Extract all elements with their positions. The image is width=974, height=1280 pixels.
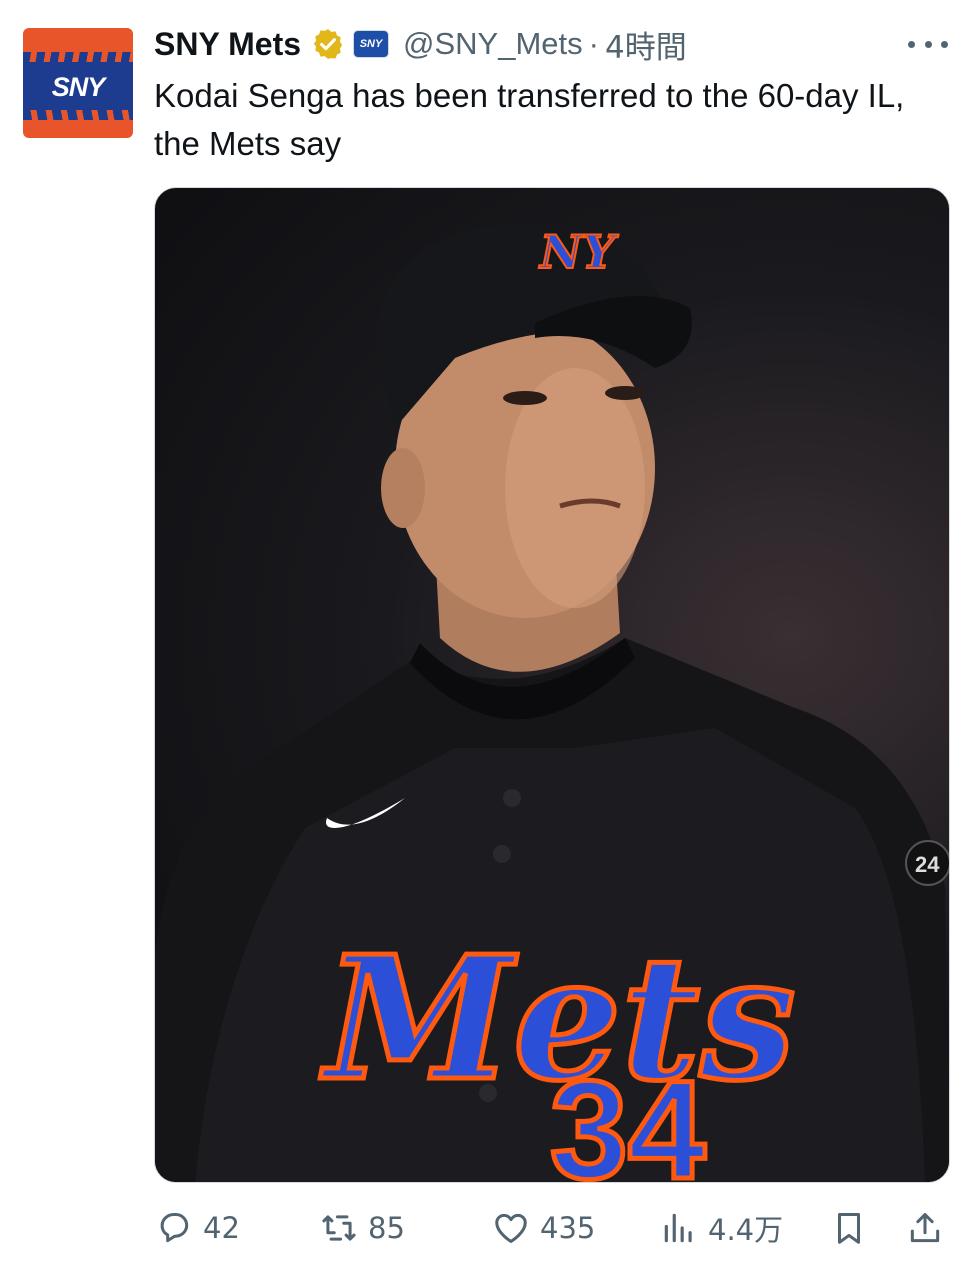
reply-button[interactable]: 42 <box>155 1196 240 1260</box>
repost-icon <box>322 1215 356 1241</box>
tweet-card[interactable]: SNY SNY Mets SNY @SNY_Mets · 4時間 Kodai S… <box>0 0 974 1280</box>
affiliate-badge[interactable]: SNY <box>353 30 390 58</box>
tweet-text: Kodai Senga has been transferred to the … <box>154 77 905 162</box>
cap-logo: NY <box>538 225 619 279</box>
photo-illustration: NY Mets 34 24 <box>155 223 949 1183</box>
more-dot <box>941 40 948 48</box>
like-button[interactable]: 435 <box>492 1196 595 1260</box>
like-icon <box>495 1213 527 1243</box>
bookmark-icon <box>837 1213 861 1244</box>
verified-gold-icon[interactable] <box>311 27 345 61</box>
tweet-photo[interactable]: NY Mets 34 24 <box>154 187 950 1183</box>
reply-count: 42 <box>203 1211 240 1245</box>
action-bar: 42 85 435 4.4万 <box>0 1196 974 1260</box>
ear <box>381 448 425 528</box>
views-count: 4.4万 <box>708 1213 784 1247</box>
share-icon <box>910 1213 940 1243</box>
repost-count: 85 <box>368 1211 405 1245</box>
reply-icon <box>160 1213 189 1243</box>
avatar-logo-text: SNY <box>51 72 106 102</box>
views-button[interactable]: 4.4万 <box>660 1196 783 1260</box>
sleeve-patch-number: 24 <box>915 852 940 877</box>
timestamp[interactable]: 4時間 <box>605 22 687 67</box>
eye-right <box>605 386 645 400</box>
jersey-button <box>493 845 511 863</box>
views-icon <box>664 1213 692 1243</box>
jersey-button <box>503 789 521 807</box>
display-name[interactable]: SNY Mets <box>154 26 301 63</box>
separator-dot: · <box>588 26 599 61</box>
more-dot <box>908 40 915 48</box>
jersey-number: 34 <box>550 1051 706 1183</box>
more-icon[interactable] <box>908 32 948 56</box>
like-count: 435 <box>540 1211 596 1245</box>
handle[interactable]: @SNY_Mets <box>403 26 583 62</box>
bookmark-button[interactable] <box>830 1196 868 1260</box>
repost-button[interactable]: 85 <box>320 1196 405 1260</box>
avatar[interactable]: SNY <box>23 28 133 138</box>
more-dot <box>924 40 932 48</box>
share-button[interactable] <box>906 1196 944 1260</box>
eye-left <box>503 391 547 405</box>
tweet-header: SNY Mets SNY @SNY_Mets · 4時間 <box>154 22 687 67</box>
